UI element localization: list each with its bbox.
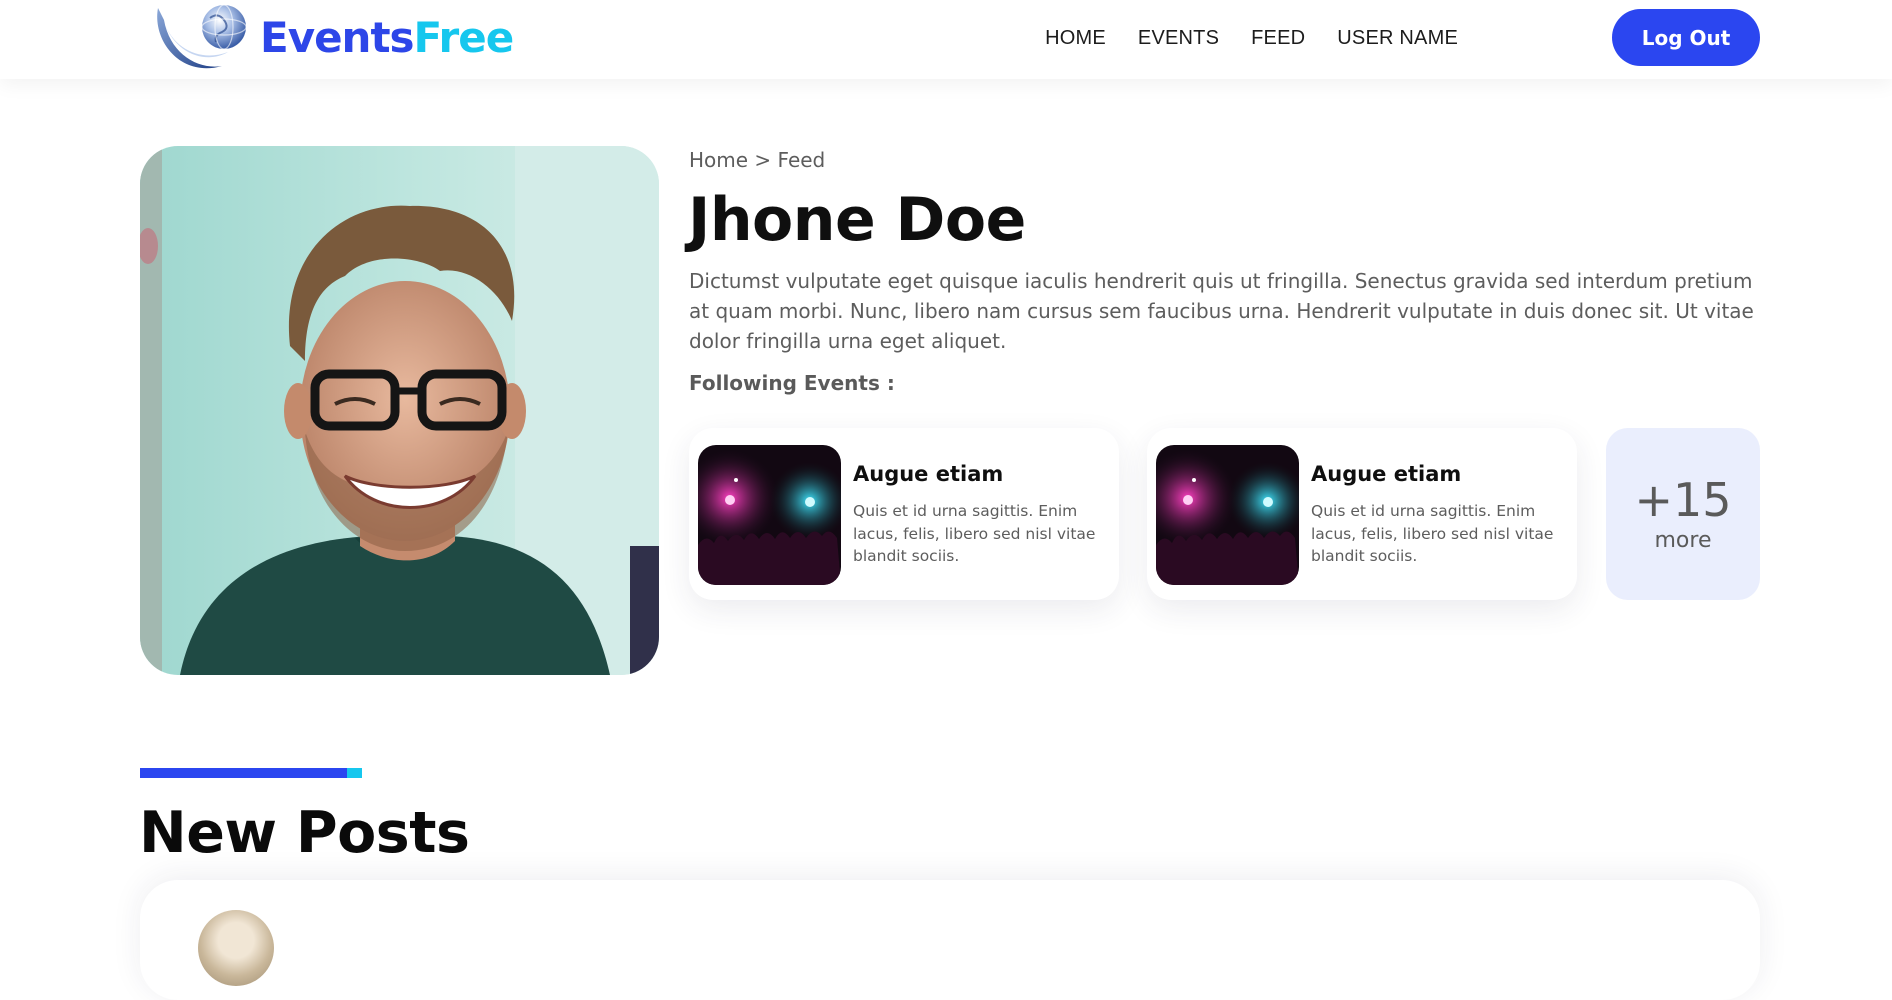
event-thumbnail (1156, 445, 1299, 585)
nav-home-link[interactable]: HOME (1045, 27, 1106, 50)
section-accent-bar (140, 768, 362, 778)
brand-name-part2: Free (413, 13, 515, 62)
main-nav: HOME EVENTS FEED USER NAME (1045, 0, 1458, 76)
brand-name: EventsFree (260, 17, 514, 59)
profile-name: Jhone Doe (688, 185, 1026, 255)
globe-logo-icon (157, 4, 247, 69)
concert-image (1156, 445, 1299, 585)
event-description: Quis et id urna sagittis. Enim lacus, fe… (1311, 502, 1554, 565)
site-header: EventsFree HOME EVENTS FEED USER NAME Lo… (0, 0, 1892, 79)
nav-feed-link[interactable]: FEED (1251, 27, 1305, 50)
concert-image (698, 445, 841, 585)
more-events-button[interactable]: +15 more (1606, 428, 1760, 600)
brand-name-part1: Events (260, 13, 415, 62)
post-author-avatar[interactable] (198, 910, 274, 986)
nav-events-link[interactable]: EVENTS (1138, 27, 1219, 50)
nav-user-name-link[interactable]: USER NAME (1337, 27, 1458, 50)
event-title: Augue etiam (1311, 462, 1462, 486)
profile-photo-image (140, 146, 659, 675)
event-card[interactable]: Augue etiam Quis et id urna sagittis. En… (689, 428, 1119, 600)
breadcrumb[interactable]: Home > Feed (689, 148, 825, 172)
event-card[interactable]: Augue etiam Quis et id urna sagittis. En… (1147, 428, 1577, 600)
profile-bio: Dictumst vulputate eget quisque iaculis … (689, 269, 1754, 353)
event-description: Quis et id urna sagittis. Enim lacus, fe… (853, 502, 1096, 565)
post-card (140, 880, 1760, 1000)
more-events-count: +15 (1634, 473, 1732, 528)
new-posts-title: New Posts (139, 800, 470, 866)
logout-button[interactable]: Log Out (1612, 9, 1760, 66)
following-events-label: Following Events : (689, 371, 895, 395)
event-title: Augue etiam (853, 462, 1004, 486)
more-events-label: more (1654, 527, 1712, 553)
profile-photo (140, 146, 659, 675)
brand-logo[interactable]: EventsFree (150, 0, 514, 76)
event-thumbnail (698, 445, 841, 585)
